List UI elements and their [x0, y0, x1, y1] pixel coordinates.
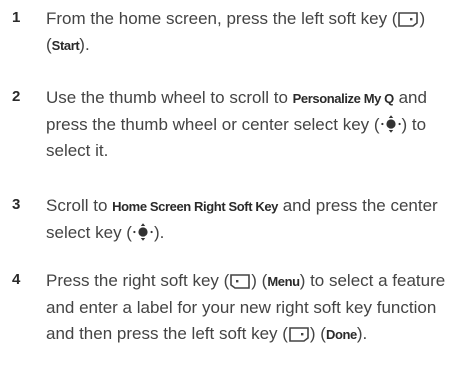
- step-text: Press the right soft key () (Menu) to se…: [46, 271, 446, 343]
- menu-label: Menu: [267, 274, 300, 289]
- step-number: 3: [12, 196, 21, 213]
- right-soft-key-icon: [229, 272, 251, 290]
- step-text: Use the thumb wheel to scroll to Persona…: [46, 88, 427, 160]
- step-number: 4: [12, 271, 21, 288]
- center-select-key-icon: [132, 222, 154, 242]
- center-select-key-icon: [380, 114, 402, 134]
- step-text: From the home screen, press the left sof…: [46, 9, 426, 54]
- start-label: Start: [51, 38, 80, 53]
- done-label: Done: [325, 327, 357, 342]
- step-number: 1: [12, 9, 21, 26]
- step-number: 2: [12, 88, 21, 105]
- personalize-my-q-label: Personalize My Q: [292, 91, 395, 106]
- step-text: Scroll to Home Screen Right Soft Key and…: [46, 196, 438, 242]
- home-screen-right-soft-key-label: Home Screen Right Soft Key: [112, 199, 278, 214]
- left-soft-key-icon: [288, 325, 310, 343]
- left-soft-key-icon: [397, 10, 419, 28]
